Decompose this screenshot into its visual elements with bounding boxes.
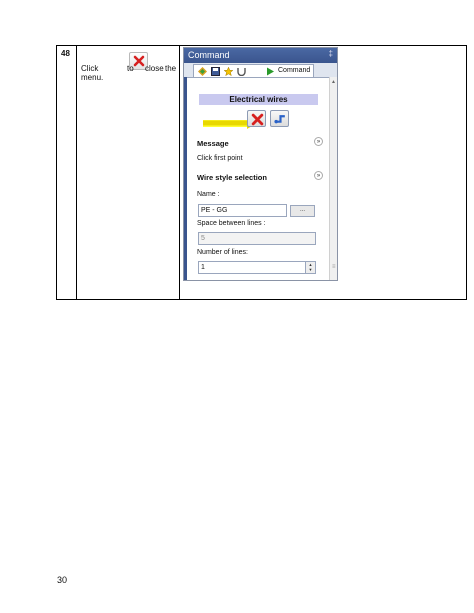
- scroll-grip-icon[interactable]: ≡: [332, 264, 336, 270]
- play-arrow-icon: [267, 67, 274, 76]
- diamond-icon[interactable]: [198, 67, 207, 76]
- space-between-lines-label: Space between lines :: [197, 220, 266, 227]
- wire-style-heading: Wire style selection: [197, 173, 267, 182]
- column-divider: [179, 46, 180, 299]
- number-of-lines-stepper[interactable]: 1 ▲ ▼: [198, 261, 316, 274]
- space-between-lines-field[interactable]: 5: [198, 232, 316, 245]
- collapse-message-icon[interactable]: »: [314, 137, 323, 146]
- number-of-lines-label: Number of lines:: [197, 249, 248, 256]
- panel-title: Command: [188, 50, 230, 60]
- panel-title-bar: Command ‡: [184, 48, 337, 63]
- section-title-electrical-wires: Electrical wires: [199, 94, 318, 105]
- message-text: Click first point: [197, 155, 243, 162]
- red-x-icon: [251, 113, 264, 126]
- browse-button[interactable]: ...: [290, 205, 315, 217]
- page-number: 30: [57, 575, 68, 585]
- wire-tool-icon: [274, 115, 285, 124]
- red-x-icon: [133, 55, 145, 67]
- command-panel-screenshot: Command ‡ Command ▲ ≡ Electrical wires M…: [183, 47, 338, 281]
- instruction-cell: Click to close the menu.: [81, 49, 177, 89]
- collapse-wire-style-icon[interactable]: »: [314, 171, 323, 180]
- instruction-word: the: [165, 64, 177, 73]
- tab-command[interactable]: Command: [193, 64, 314, 77]
- wire-tool-button[interactable]: [270, 110, 289, 127]
- instruction-word: to: [127, 64, 134, 73]
- name-label: Name :: [197, 191, 220, 198]
- step-number: 48: [61, 49, 70, 58]
- tab-bar: Command: [184, 63, 337, 78]
- stepper-arrows[interactable]: ▲ ▼: [305, 262, 315, 273]
- stepper-down-icon[interactable]: ▼: [306, 267, 315, 272]
- star-icon[interactable]: [224, 67, 233, 76]
- vertical-scrollbar[interactable]: ▲ ≡: [329, 77, 337, 280]
- message-heading: Message: [197, 139, 229, 148]
- scroll-up-arrow-icon[interactable]: ▲: [331, 79, 336, 85]
- magnet-icon[interactable]: [237, 67, 246, 76]
- instruction-word: close: [145, 64, 164, 73]
- name-field[interactable]: PE - GG: [198, 204, 287, 217]
- instruction-word: Click: [81, 64, 99, 73]
- pin-icon[interactable]: ‡: [329, 49, 333, 58]
- tab-command-label: Command: [278, 67, 311, 74]
- save-icon[interactable]: [211, 67, 220, 76]
- column-divider: [76, 46, 77, 299]
- close-menu-button[interactable]: [247, 110, 266, 127]
- panel-edge: [184, 77, 187, 280]
- instruction-word: menu.: [81, 73, 104, 82]
- number-of-lines-value: 1: [201, 264, 205, 271]
